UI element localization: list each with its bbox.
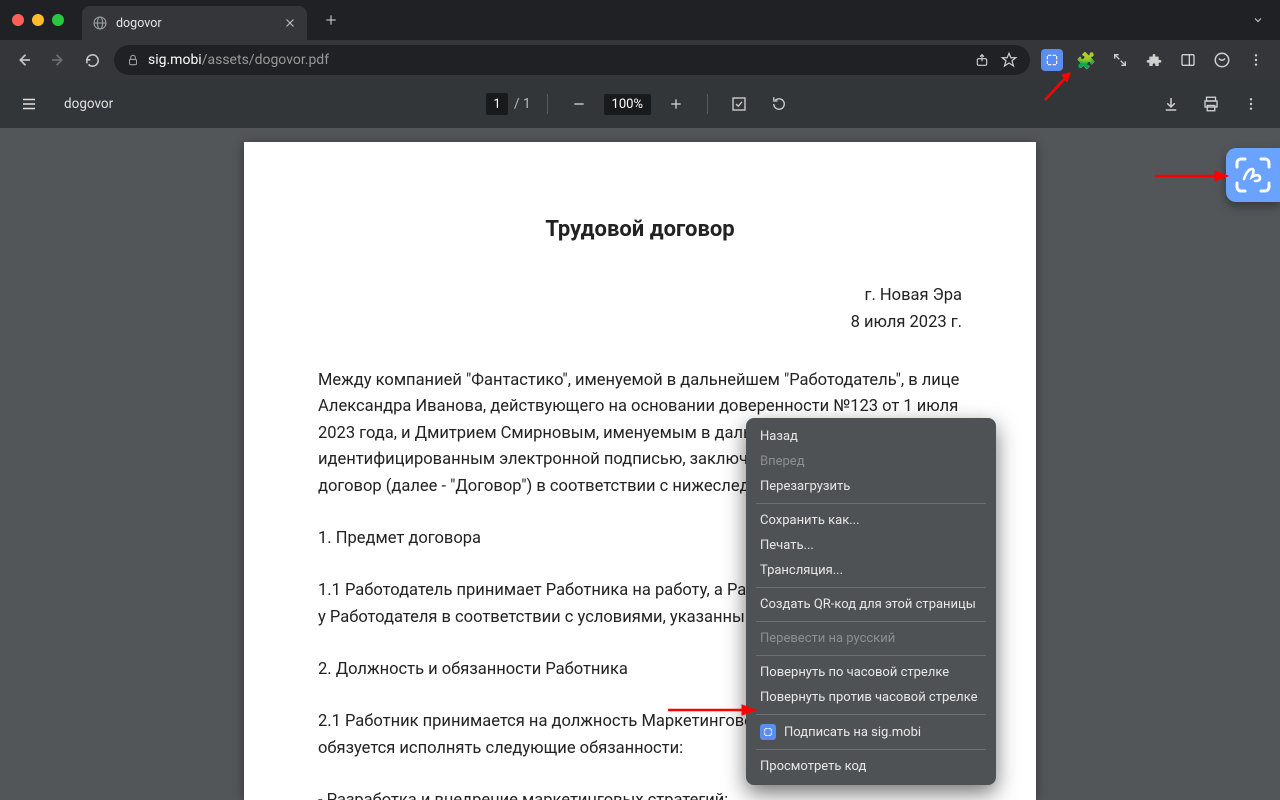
arrow-left-icon	[15, 51, 33, 69]
annotation-arrow-1	[1040, 65, 1080, 105]
ctx-forward: Вперед	[746, 449, 996, 474]
ctx-reload[interactable]: Перезагрузить	[746, 474, 996, 499]
maximize-window-button[interactable]	[52, 14, 64, 26]
ctx-qr[interactable]: Создать QR-код для этой страницы	[746, 592, 996, 617]
avatar-icon	[1213, 51, 1231, 69]
ctx-inspect[interactable]: Просмотреть код	[746, 754, 996, 779]
doc-paragraph: - Разработка и внедрение маркетинговых с…	[318, 788, 962, 800]
pdf-more-button[interactable]	[1236, 89, 1266, 119]
browser-toolbar: sig.mobi/assets/dogovor.pdf 🧩	[0, 40, 1280, 80]
page-current-input[interactable]: 1	[486, 93, 508, 115]
forward-button[interactable]	[42, 44, 74, 76]
pdf-menu-button[interactable]	[14, 89, 44, 119]
url-text: sig.mobi/assets/dogovor.pdf	[148, 52, 329, 68]
plus-icon	[668, 96, 684, 112]
arrow-right-icon	[49, 51, 67, 69]
fit-page-button[interactable]	[724, 89, 754, 119]
doc-title: Трудовой договор	[318, 212, 962, 247]
puzzle-icon	[1146, 52, 1162, 68]
fullscreen-icon[interactable]	[1104, 44, 1136, 76]
share-icon[interactable]	[974, 52, 990, 68]
zoom-level[interactable]: 100%	[604, 94, 651, 115]
hamburger-icon	[20, 95, 38, 113]
ctx-back[interactable]: Назад	[746, 424, 996, 449]
minus-icon	[571, 96, 587, 112]
window-titlebar: dogovor	[0, 0, 1280, 40]
context-menu: Назад Вперед Перезагрузить Сохранить как…	[746, 418, 996, 785]
rotate-icon	[770, 95, 788, 113]
pdf-viewport[interactable]: Трудовой договор г. Новая Эра 8 июля 202…	[0, 128, 1280, 800]
reload-button[interactable]	[76, 44, 108, 76]
pdf-filename: dogovor	[64, 96, 113, 112]
zoom-in-button[interactable]	[661, 89, 691, 119]
annotation-arrow-3	[668, 702, 758, 718]
address-bar[interactable]: sig.mobi/assets/dogovor.pdf	[114, 45, 1030, 75]
sig-logo-icon	[1233, 155, 1273, 195]
divider	[756, 655, 986, 656]
doc-meta: г. Новая Эра 8 июля 2023 г.	[318, 283, 962, 336]
ctx-rotate-cw[interactable]: Повернуть по часовой стрелке	[746, 660, 996, 685]
back-button[interactable]	[8, 44, 40, 76]
minimize-window-button[interactable]	[32, 14, 44, 26]
browser-tab[interactable]: dogovor	[82, 6, 307, 40]
kebab-icon	[1243, 96, 1259, 112]
divider	[756, 714, 986, 715]
zoom-out-button[interactable]	[564, 89, 594, 119]
globe-icon	[92, 15, 108, 31]
sig-floating-button[interactable]	[1226, 148, 1280, 202]
download-button[interactable]	[1156, 89, 1186, 119]
doc-date: 8 июля 2023 г.	[318, 310, 962, 336]
print-button[interactable]	[1196, 89, 1226, 119]
window-controls	[12, 14, 64, 26]
download-icon	[1162, 95, 1180, 113]
rotate-button[interactable]	[764, 89, 794, 119]
pdf-toolbar: dogovor 1 / 1 100%	[0, 80, 1280, 128]
divider	[756, 749, 986, 750]
ctx-print[interactable]: Печать...	[746, 533, 996, 558]
ctx-save-as[interactable]: Сохранить как...	[746, 508, 996, 533]
extensions-puzzle-icon[interactable]	[1138, 44, 1170, 76]
reload-icon	[84, 52, 101, 69]
profile-avatar-icon[interactable]	[1206, 44, 1238, 76]
new-tab-button[interactable]	[317, 6, 345, 34]
annotation-arrow-2	[1155, 168, 1230, 184]
close-tab-icon[interactable]	[283, 16, 297, 30]
expand-icon	[1112, 52, 1128, 68]
side-panel-icon[interactable]	[1172, 44, 1204, 76]
sig-mini-icon	[760, 724, 776, 740]
plus-icon	[324, 13, 338, 27]
bookmark-star-icon[interactable]	[1000, 51, 1018, 69]
chevron-down-icon[interactable]	[1252, 14, 1264, 26]
tab-title: dogovor	[116, 16, 275, 31]
lock-icon	[126, 53, 140, 67]
ctx-cast[interactable]: Трансляция...	[746, 558, 996, 583]
panel-icon	[1180, 52, 1196, 68]
ctx-sign-label: Подписать на sig.mobi	[784, 725, 921, 740]
kebab-icon	[1248, 52, 1264, 68]
divider	[756, 621, 986, 622]
divider	[756, 587, 986, 588]
divider	[547, 94, 548, 114]
print-icon	[1202, 95, 1220, 113]
ctx-sign-sigmobi[interactable]: Подписать на sig.mobi	[746, 719, 996, 745]
page-total: / 1	[514, 96, 531, 112]
ctx-translate: Перевести на русский	[746, 626, 996, 651]
fit-icon	[730, 95, 748, 113]
doc-city: г. Новая Эра	[318, 283, 962, 309]
ctx-rotate-ccw[interactable]: Повернуть против часовой стрелке	[746, 685, 996, 710]
page-counter: 1 / 1	[486, 93, 531, 115]
divider	[756, 503, 986, 504]
close-window-button[interactable]	[12, 14, 24, 26]
divider	[707, 94, 708, 114]
browser-menu-button[interactable]	[1240, 44, 1272, 76]
